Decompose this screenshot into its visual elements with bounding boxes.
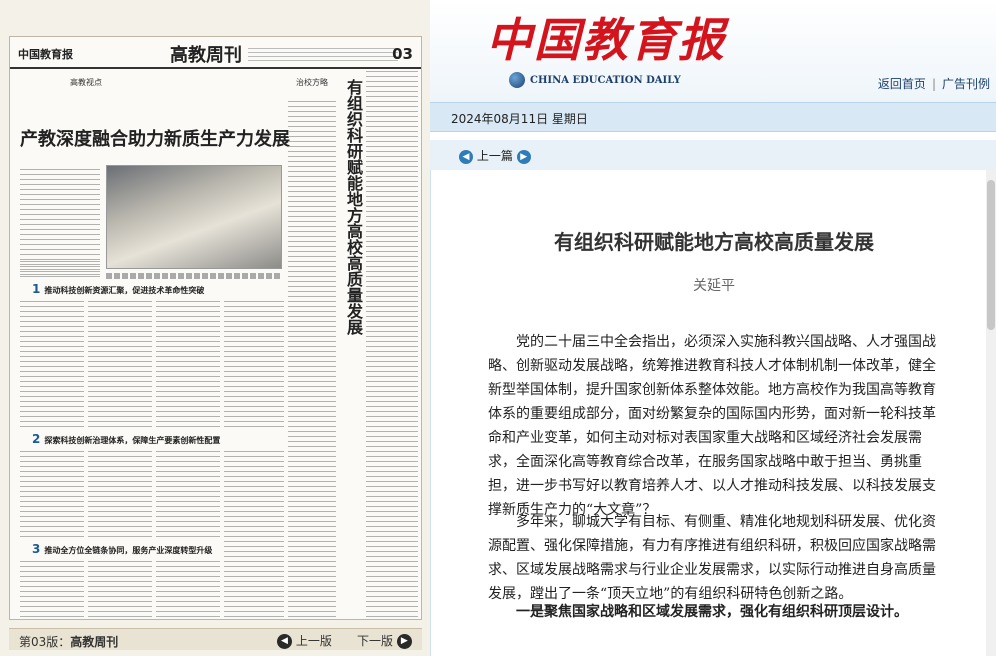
- text-block: [224, 447, 284, 617]
- scrollbar-thumb[interactable]: [987, 180, 995, 330]
- newspaper-page-image[interactable]: 中国教育报 高教周刊 03 高教视点 治校方略 产教深度融合助力新质生产力发展 …: [9, 36, 422, 620]
- arrow-left-icon: ◀: [277, 634, 292, 649]
- page-number: 03: [392, 45, 413, 63]
- article-paragraph: 一是聚焦国家战略和区域发展需求，强化有组织科研顶层设计。: [516, 604, 908, 620]
- article-title: 有组织科研赋能地方高校高质量发展: [554, 230, 874, 254]
- next-page-button[interactable]: 下一版 ▶: [357, 632, 412, 649]
- text-block: [20, 257, 100, 277]
- text-block: [156, 557, 220, 617]
- arrow-right-icon: ▶: [516, 149, 531, 164]
- arrow-left-icon: ◀: [459, 149, 473, 164]
- site-header: 中国教育报 CHINA EDUCATION DAILY 返回首页 | 广告刊例: [430, 0, 996, 102]
- section-heading-3: 3 推动全方位全链条协同，服务产业深度转型升级: [32, 542, 213, 556]
- text-block: [156, 297, 220, 427]
- prev-page-button[interactable]: ◀ 上一版: [277, 632, 332, 649]
- page-label: 第03版：高教周刊: [19, 635, 119, 649]
- article-nav-bar: ◀ 上一篇 ▶: [430, 140, 996, 170]
- article-paragraph: 多年来，聊城大学有目标、有侧重、精准化地规划科研发展、优化资源配置、强化保障措施…: [488, 514, 936, 602]
- banner-headline[interactable]: 产教深度融合助力新质生产力发展: [20, 125, 290, 151]
- text-block: [20, 557, 84, 617]
- article-paragraph: 党的二十届三中全会指出，必须深入实施科教兴国战略、人才强国战略、创新驱动发展战略…: [488, 334, 936, 518]
- page-meta-lines: [248, 47, 398, 61]
- edition-title: 高教周刊: [170, 45, 242, 66]
- brand-logo-en: CHINA EDUCATION DAILY: [530, 75, 681, 86]
- top-links: 返回首页 | 广告刊例: [877, 77, 990, 91]
- text-block: [288, 97, 336, 617]
- text-block: [156, 447, 220, 537]
- text-block: [20, 447, 84, 537]
- issue-date: 2024年08月11日 星期日: [451, 112, 588, 126]
- column-head-left: 高教视点: [70, 78, 102, 87]
- section-heading-2: 2 探索科技创新治理体系，保障生产要素创新性配置: [32, 432, 221, 446]
- home-link[interactable]: 返回首页: [878, 77, 926, 91]
- text-block: [88, 297, 152, 427]
- article-content: 有组织科研赋能地方高校高质量发展 关延平 党的二十届三中全会指出，必须深入实施科…: [430, 170, 996, 656]
- column-head-right: 治校方略: [296, 78, 328, 87]
- text-block: [88, 447, 152, 537]
- arrow-right-icon: ▶: [396, 634, 412, 649]
- brand-logo-cn[interactable]: 中国教育报: [486, 4, 726, 70]
- article-panel: 中国教育报 CHINA EDUCATION DAILY 返回首页 | 广告刊例 20…: [430, 0, 996, 656]
- page-header: 中国教育报 高教周刊 03: [10, 37, 421, 69]
- text-block: [88, 557, 152, 617]
- ad-rates-link[interactable]: 广告刊例: [942, 77, 990, 91]
- article-author: 关延平: [693, 278, 735, 294]
- newspaper-page-panel: 中国教育报 高教周刊 03 高教视点 治校方略 产教深度融合助力新质生产力发展 …: [0, 0, 430, 656]
- prev-article-button[interactable]: ◀ 上一篇 ▶: [459, 147, 531, 164]
- vertical-headline[interactable]: 有组织科研赋能地方高校高质量发展: [343, 79, 363, 335]
- text-block: [224, 297, 284, 427]
- section-heading-1: 1 推动科技创新资源汇聚，促进技术革命性突破: [32, 282, 205, 296]
- text-block: [366, 67, 418, 617]
- page-nav-bar: 第03版：高教周刊 ◀ 上一版 下一版 ▶: [9, 628, 422, 650]
- article-photo: [106, 165, 282, 269]
- paper-logo: 中国教育报: [18, 48, 73, 61]
- photo-caption: [106, 273, 282, 279]
- scrollbar[interactable]: [986, 170, 996, 656]
- text-block: [20, 297, 84, 427]
- date-bar: 2024年08月11日 星期日: [430, 102, 996, 132]
